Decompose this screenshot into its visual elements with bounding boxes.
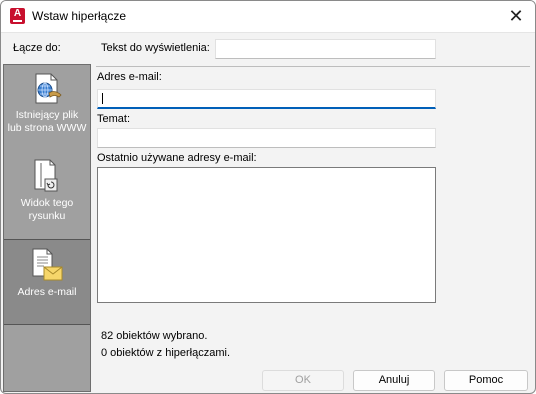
sidebar-item-label: Istniejący plik <box>15 109 79 121</box>
sidebar-item-existing-file[interactable]: Istniejący plik lub strona WWW <box>4 73 90 143</box>
ok-button[interactable]: OK <box>262 370 344 391</box>
subject-label: Temat: <box>97 113 131 125</box>
link-to-label: Łącze do: <box>13 42 61 54</box>
display-text-label: Tekst do wyświetlenia: <box>101 42 210 54</box>
close-icon[interactable]: ✕ <box>505 6 527 26</box>
sidebar-item-label: rysunku <box>28 210 66 222</box>
cancel-button[interactable]: Anuluj <box>353 370 435 391</box>
section-divider <box>96 66 530 67</box>
globe-file-icon <box>35 73 62 104</box>
text-caret <box>102 93 103 104</box>
autocad-app-icon: A <box>10 8 25 24</box>
recent-emails-label: Ostatnio używane adresy e-mail: <box>97 152 257 164</box>
sidebar-item-label: Widok tego <box>20 197 74 209</box>
display-text-input[interactable] <box>215 39 436 59</box>
subject-input[interactable] <box>97 128 436 148</box>
drawing-view-icon <box>34 159 58 192</box>
email-input[interactable] <box>97 89 436 109</box>
hyperlink-objects-status: 0 obiektów z hiperłączami. <box>101 347 231 359</box>
help-button[interactable]: Pomoc <box>444 370 528 391</box>
title-bar: A Wstaw hiperłącze ✕ <box>1 1 535 32</box>
sidebar-item-label: lub strona WWW <box>7 122 87 134</box>
insert-hyperlink-dialog: A Wstaw hiperłącze ✕ Łącze do: Istniejąc… <box>0 0 536 394</box>
selected-objects-status: 82 obiektów wybrano. <box>101 330 208 342</box>
sidebar-item-email[interactable]: Adres e-mail <box>4 239 90 325</box>
window-title: Wstaw hiperłącze <box>32 9 127 23</box>
email-document-icon <box>32 248 63 281</box>
link-to-sidebar: Istniejący plik lub strona WWW Widok teg… <box>3 64 91 392</box>
title-separator <box>1 32 535 33</box>
recent-emails-list[interactable] <box>97 167 436 303</box>
email-label: Adres e-mail: <box>97 71 162 83</box>
sidebar-item-drawing-view[interactable]: Widok tego rysunku <box>4 159 90 229</box>
sidebar-item-label: Adres e-mail <box>17 286 77 298</box>
